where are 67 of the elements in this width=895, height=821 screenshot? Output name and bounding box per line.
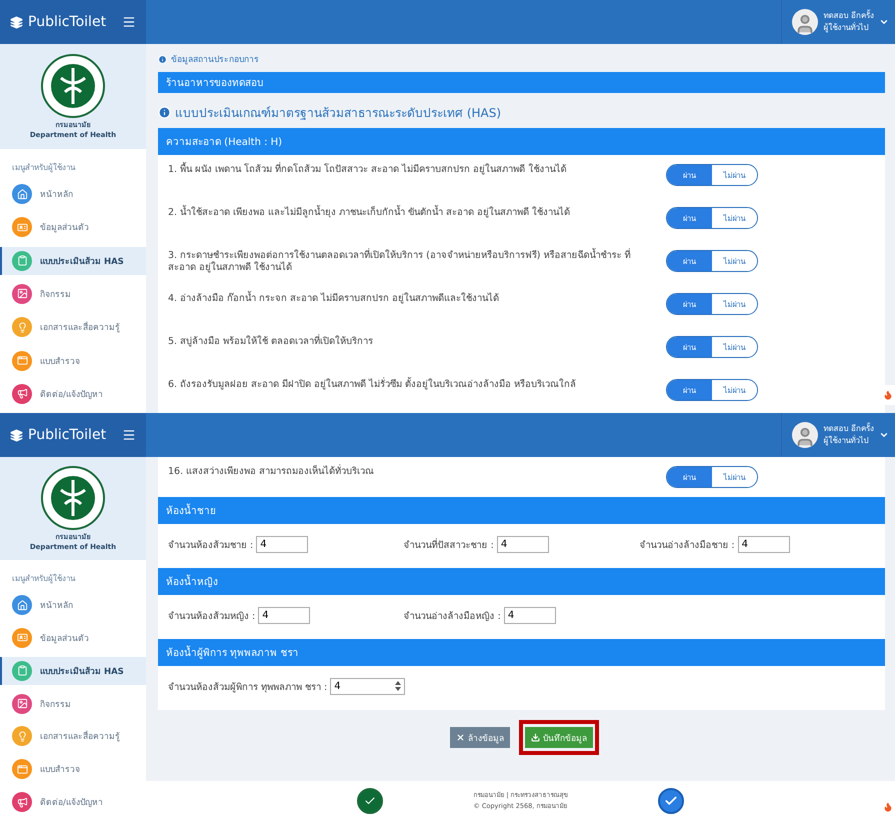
panel-header: ห้องน้ำชาย <box>158 497 885 524</box>
number-field[interactable]: 4 <box>330 678 406 695</box>
input-field[interactable]: 4 <box>256 536 308 553</box>
field-label: จำนวนห้องส้วมชาย : <box>168 539 254 552</box>
section-heading: แบบประเมินเกณฑ์มาตรฐานส้วมสาธารณะระดับประเทศ (HAS) <box>175 105 502 122</box>
ministry-emblem-icon <box>41 466 105 530</box>
layers-icon <box>10 428 23 442</box>
criterion-text: 1. พื้น ผนัง เพดาน โถส้วม ที่กดโถส้วม โถปัสสาวะ สะอาด ไม่มีคราบสกปรก อยู่ในสภาพดี ใช้งานได้ <box>168 164 568 176</box>
brand-title: PublicToilet <box>10 427 116 443</box>
sidebar-item[interactable]: แบบประเมินส้วม HAS <box>0 246 146 275</box>
field-label: จำนวนอ่างล้างมือชาย : <box>639 539 735 552</box>
section-label: ข้อมูลสถานประกอบการ <box>171 54 259 66</box>
panel-header: ห้องน้ำผู้พิการ ทุพพลภาพ ชรา <box>158 639 885 666</box>
input-field[interactable]: 4 <box>258 607 310 624</box>
ministry-emblem-icon <box>41 54 105 118</box>
sidebar-item[interactable]: ติดต่อ/แจ้งปัญหา <box>0 380 146 408</box>
menu-title: เมนูสำหรับผู้ใช้งาน <box>11 162 76 174</box>
user-role: ผู้ใช้งานทั่วไป <box>823 22 870 34</box>
info-icon <box>158 54 167 64</box>
chevron-down-icon[interactable] <box>879 17 889 27</box>
criterion-text: 6. ถังรองรับมูลฝอย สะอาด มีฝาปิด อยู่ในสภาพดี ไม่รั่วซึม ตั้งอยู่ในบริเวณอ่างล้างมือ หรือบริเวณใกล้ <box>168 379 578 391</box>
criterion-text: 2. น้ำใช้สะอาด เพียงพอ และไม่มีลูกน้ำยุง ภาชนะเก็บกักน้ำ ขันตักน้ำ สะอาด อยู่ในสภาพดี ใช้งานได้ <box>168 207 572 219</box>
sidebar-item[interactable]: แบบสำรวจ <box>0 346 146 375</box>
sidebar-item[interactable]: กิจกรรม <box>0 690 146 718</box>
brand-title: PublicToilet <box>10 14 116 30</box>
sidebar-item[interactable]: ติดต่อ/แจ้งปัญหา <box>0 788 146 816</box>
sidebar-item[interactable]: แบบสำรวจ <box>0 755 146 784</box>
user-role: ผู้ใช้งานทั่วไป <box>823 435 870 447</box>
layers-icon <box>10 16 23 28</box>
info-icon <box>158 106 171 119</box>
close-icon <box>456 733 465 742</box>
menu-icon[interactable] <box>122 15 136 29</box>
sidebar-item[interactable]: เอกสารและสื่อความรู้ <box>0 313 146 342</box>
chevron-down-icon[interactable] <box>879 430 889 440</box>
ministry-seal-icon <box>357 788 384 814</box>
sidebar-item[interactable]: แบบประเมินส้วม HAS <box>0 656 146 685</box>
shop-name-bar: ร้านอาหารของทดสอบ <box>158 72 885 93</box>
clear-button[interactable]: ล้างข้อมูล <box>450 727 510 748</box>
panel-header: ความสะอาด (Health : H) <box>158 128 885 155</box>
avatar-icon <box>792 422 818 448</box>
input-field[interactable]: 4 <box>504 607 556 624</box>
sidebar-item[interactable]: เอกสารและสื่อความรู้ <box>0 722 146 750</box>
criterion-text: 3. กระดาษชำระเพียงพอต่อการใช้งานตลอดเวลาที่เปิดให้บริการ (อาจจำหน่ายหรือบริการฟรี) หรือสายฉีดน้ำชำระ ที่สะอาด อยู่ในสภาพดี ใช้งานได้ <box>168 250 632 274</box>
field-label: จำนวนห้องส้วมผู้พิการ ทุพพลภาพ ชรา : <box>168 681 328 694</box>
user-name: ทดสอบ อีกครั้ง <box>823 423 874 435</box>
field-label: จำนวนห้องส้วมหญิง : <box>168 610 256 623</box>
sidebar-item[interactable]: หน้าหลัก <box>0 180 146 208</box>
sidebar-item[interactable]: หน้าหลัก <box>0 591 146 620</box>
avatar-icon <box>792 9 818 35</box>
menu-title: เมนูสำหรับผู้ใช้งาน <box>11 572 76 586</box>
field-label: จำนวนที่ปัสสาวะชาย : <box>404 537 494 552</box>
criterion-text: 4. อ่างล้างมือ ก๊อกน้ำ กระจก สะอาด ไม่มีคราบสกปรก อยู่ในสภาพดีและใช้งานได้ <box>168 293 500 305</box>
sidebar-item[interactable]: ข้อมูลส่วนตัว <box>0 624 146 652</box>
sidebar-item[interactable]: ข้อมูลส่วนตัว <box>0 213 146 242</box>
sidebar-item[interactable]: กิจกรรม <box>0 280 146 308</box>
user-name: ทดสอบ อีกครั้ง <box>823 10 874 22</box>
input-field[interactable]: 4 <box>738 536 790 553</box>
download-icon <box>531 733 540 742</box>
spinner-arrows-icon[interactable] <box>395 681 402 691</box>
input-field[interactable]: 4 <box>496 536 549 553</box>
criterion-text: 16. แสงสว่างเพียงพอ สามารถมองเห็นได้ทั่วบริเวณ <box>168 466 376 478</box>
panel-header: ห้องน้ำหญิง <box>158 568 885 595</box>
save-button[interactable]: บันทึกข้อมูล <box>525 727 593 748</box>
menu-icon[interactable] <box>122 428 136 442</box>
criterion-text: 5. สบู่ล้างมือ พร้อมให้ใช้ ตลอดเวลาที่เปิดให้บริการ <box>168 336 374 348</box>
certification-seal-icon <box>658 788 684 814</box>
field-label: จำนวนอ่างล้างมือหญิง : <box>404 610 501 623</box>
